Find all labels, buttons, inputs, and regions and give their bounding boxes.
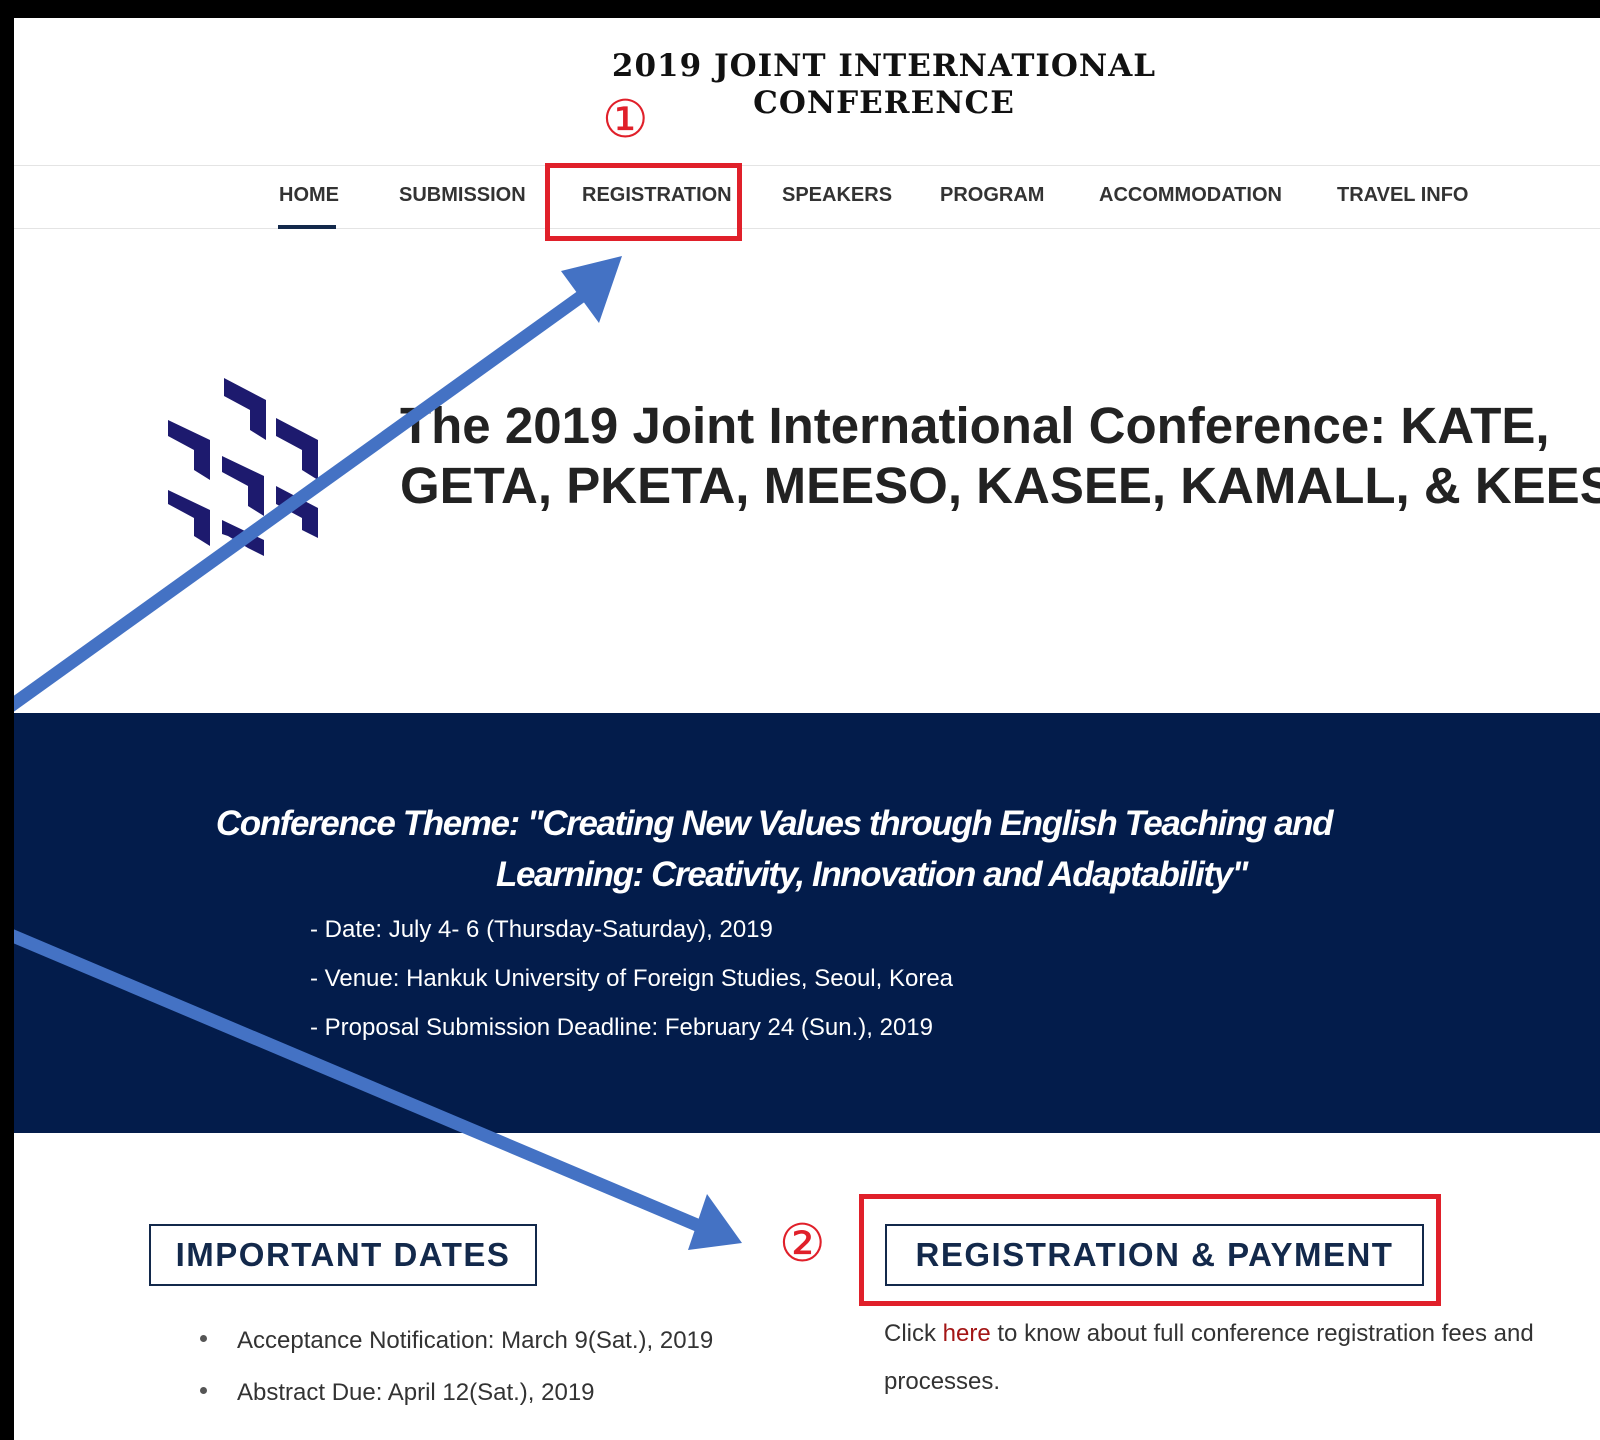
nav-item-home[interactable]: HOME (279, 184, 339, 207)
logo-chevron-left-upper (168, 420, 210, 480)
logo-chevron-bottom (222, 520, 264, 556)
arrow-2-head (688, 1194, 742, 1250)
logo-chevron-left-lower (168, 490, 210, 546)
important-date-abstract: Abstract Due: April 12(Sat.), 2019 (237, 1379, 595, 1406)
nav-item-travel-info[interactable]: TRAVEL INFO (1337, 184, 1468, 207)
site-title[interactable]: 2019 JOINT INTERNATIONAL CONFERENCE (14, 48, 1600, 122)
site-title-line1: 2019 JOINT INTERNATIONAL (611, 48, 1157, 84)
annotation-number-1: ① (602, 90, 649, 150)
nav-item-accommodation[interactable]: ACCOMMODATION (1099, 184, 1282, 207)
nav-item-speakers[interactable]: SPEAKERS (782, 184, 892, 207)
conference-venue: - Venue: Hankuk University of Foreign St… (310, 965, 954, 992)
registration-payment-heading[interactable]: REGISTRATION & PAYMENT (885, 1224, 1424, 1286)
registration-info-line1: Click here to know about full conference… (884, 1320, 1534, 1348)
bullet-icon (200, 1335, 207, 1343)
nav-item-submission[interactable]: SUBMISSION (399, 184, 526, 207)
conference-deadline: - Proposal Submission Deadline: February… (310, 1014, 933, 1041)
hero-title-line1: The 2019 Joint International Conference:… (400, 397, 1550, 454)
conference-date: - Date: July 4- 6 (Thursday-Saturday), 2… (310, 916, 773, 943)
hero-title: The 2019 Joint International Conference:… (400, 396, 1600, 516)
nav-active-indicator (278, 225, 336, 229)
theme-line2-text: Learning: Creativity, Innovation and Ada… (495, 855, 1248, 894)
registration-info-line2: processes. (884, 1368, 1001, 1395)
annotation-number-2: ② (779, 1214, 826, 1274)
logo-chevron-right-lower (276, 486, 318, 538)
list-item: Acceptance Notification: March 9(Sat.), … (200, 1327, 713, 1355)
important-date-acceptance: Acceptance Notification: March 9(Sat.), … (237, 1327, 714, 1354)
list-item: Abstract Due: April 12(Sat.), 2019 (200, 1379, 595, 1407)
nav-bottom-border (14, 228, 1600, 229)
conference-theme-line2: Learning: Creativity, Innovation and Ada… (14, 849, 1517, 901)
hero-title-line2: GETA, PKETA, MEESO, KASEE, KAMALL, & KEE… (400, 457, 1600, 514)
logo-chevron-top (224, 378, 266, 440)
arrow-1-head (561, 256, 622, 323)
registration-text-before: Click (884, 1320, 943, 1347)
logo-chevron-center (222, 456, 264, 516)
site-title-line2: CONFERENCE (753, 85, 1015, 121)
conference-theme-line1: Conference Theme: "Creating New Values t… (215, 804, 1334, 843)
conference-logo (168, 378, 318, 556)
logo-chevron-right-upper (276, 418, 318, 480)
nav-item-program[interactable]: PROGRAM (940, 184, 1044, 207)
registration-here-link[interactable]: here (943, 1320, 991, 1347)
highlight-box-registration-nav (545, 163, 742, 241)
main-nav: HOME SUBMISSION REGISTRATION SPEAKERS PR… (14, 166, 1600, 226)
webpage: 2019 JOINT INTERNATIONAL CONFERENCE HOME… (14, 18, 1600, 1440)
conference-banner: Conference Theme: "Creating New Values t… (14, 713, 1600, 1133)
registration-text-after: to know about full conference registrati… (990, 1320, 1534, 1347)
bullet-icon (200, 1387, 207, 1395)
important-dates-heading: IMPORTANT DATES (149, 1224, 537, 1286)
